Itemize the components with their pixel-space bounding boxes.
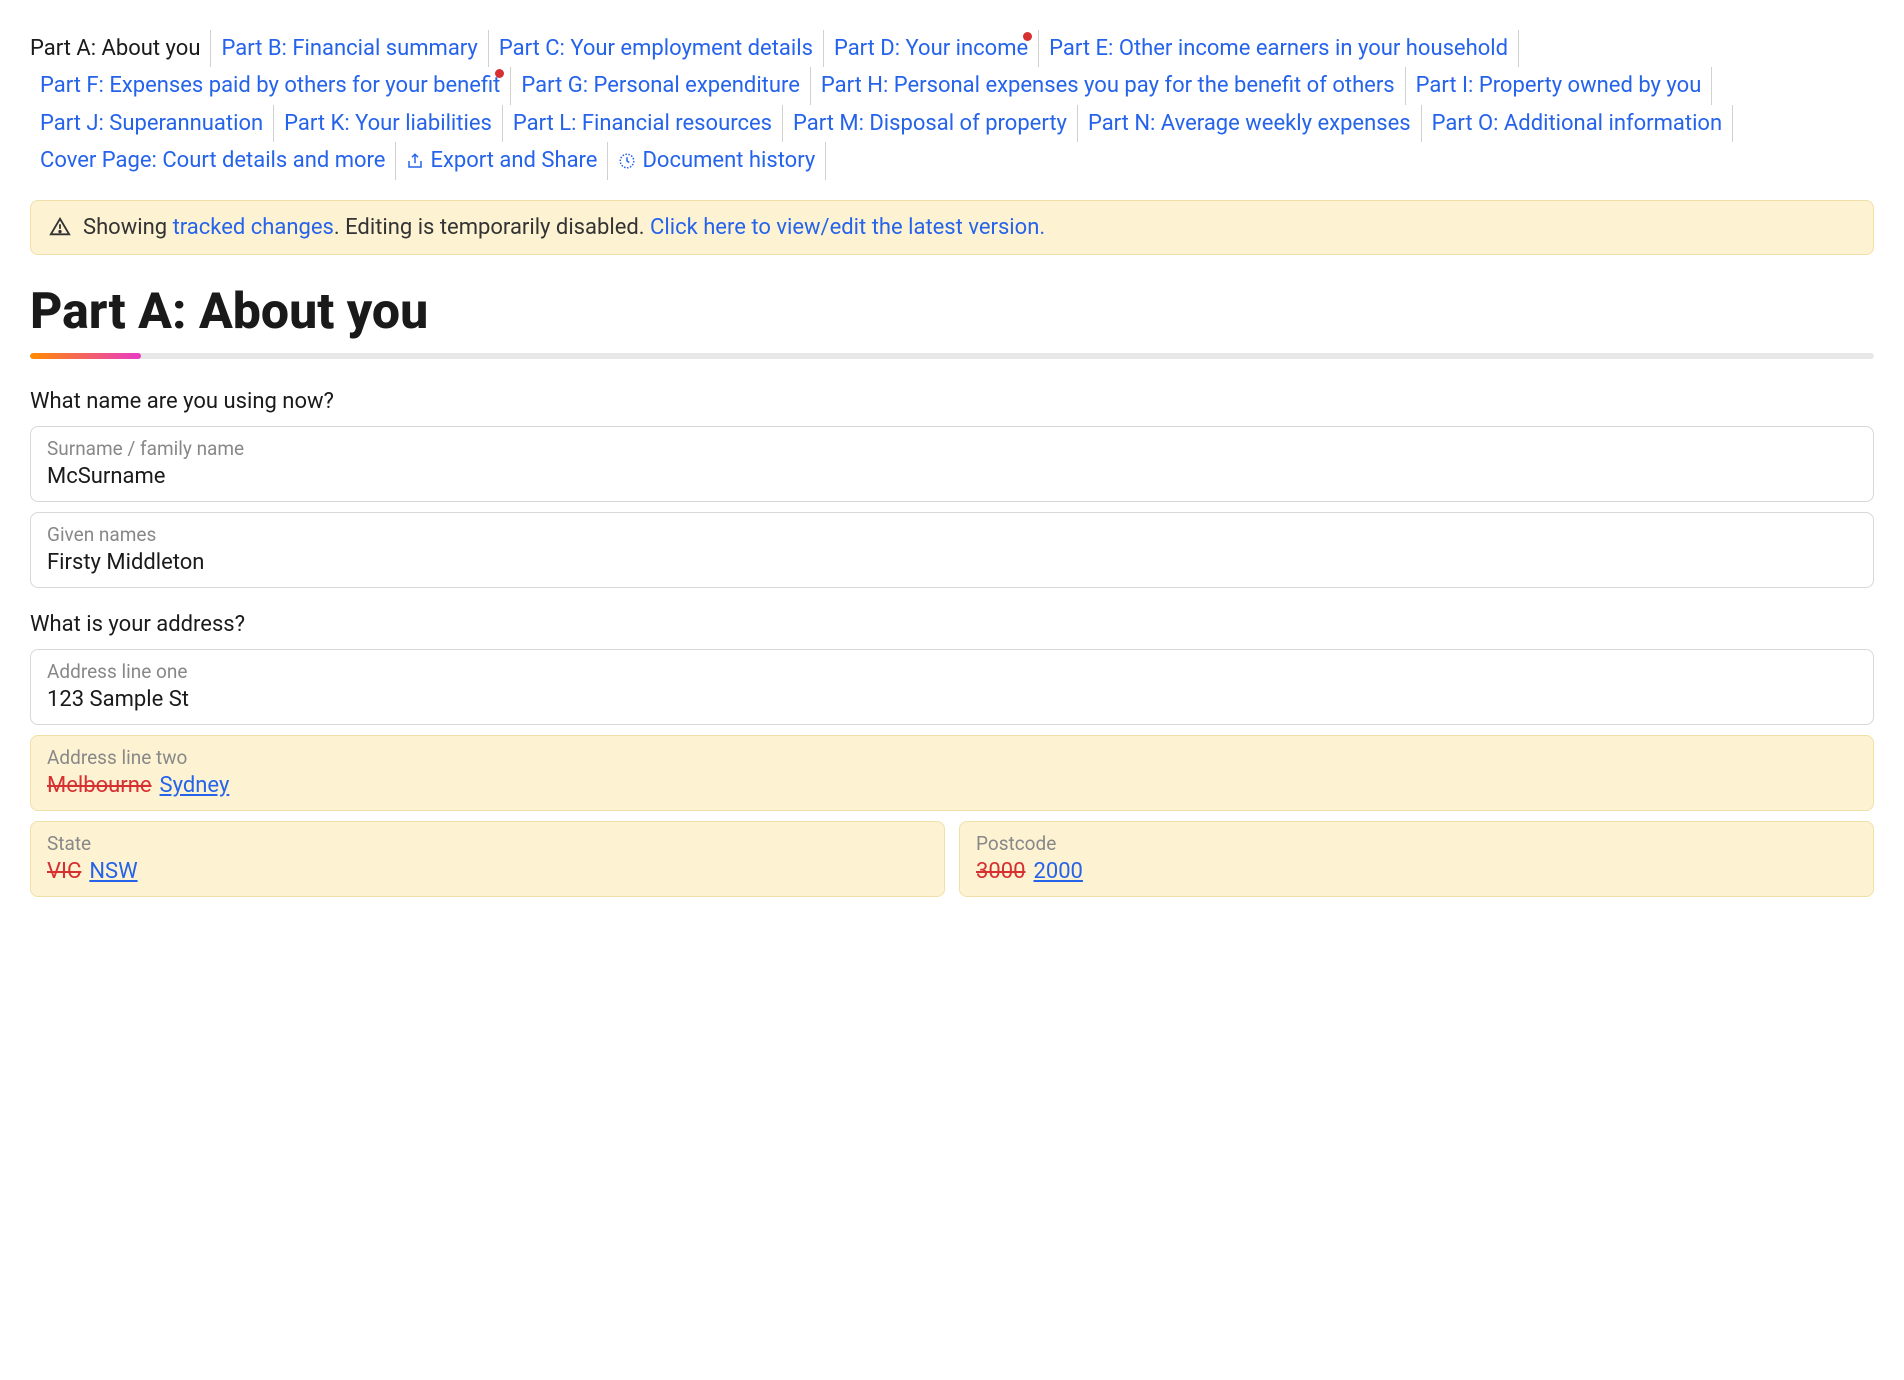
nav-tab-label: Part D: Your income [834, 30, 1028, 67]
question-name: What name are you using now? [30, 389, 1874, 414]
state-field[interactable]: State VIC NSW [30, 821, 945, 897]
surname-value: McSurname [47, 464, 1857, 489]
notification-dot [495, 69, 504, 78]
address-line-one-value: 123 Sample St [47, 687, 1857, 712]
nav-tab-label: Part C: Your employment details [499, 30, 813, 67]
nav-tab-label: Part A: About you [30, 30, 200, 67]
postcode-field[interactable]: Postcode 3000 2000 [959, 821, 1874, 897]
banner-text: Showing tracked changes. Editing is temp… [83, 215, 1045, 240]
addr2-deleted: Melbourne [47, 773, 152, 798]
address-line-two-label: Address line two [47, 746, 1857, 769]
nav-tab-4[interactable]: Part E: Other income earners in your hou… [1039, 30, 1519, 67]
nav-tab-11[interactable]: Part L: Financial resources [503, 105, 783, 142]
nav-tab-8[interactable]: Part I: Property owned by you [1406, 67, 1713, 104]
export-icon [406, 152, 424, 170]
navigation-tabs: Part A: About you Part B: Financial summa… [30, 30, 1874, 180]
page-title: Part A: About you [30, 283, 1874, 341]
nav-tab-13[interactable]: Part N: Average weekly expenses [1078, 105, 1422, 142]
nav-tab-label: Export and Share [430, 142, 597, 179]
postcode-deleted: 3000 [976, 859, 1025, 884]
state-added: NSW [89, 859, 137, 884]
nav-tab-label: Part F: Expenses paid by others for your… [40, 67, 500, 104]
notification-dot [1023, 32, 1032, 41]
nav-tab-label: Part I: Property owned by you [1416, 67, 1702, 104]
surname-label: Surname / family name [47, 437, 1857, 460]
tracked-changes-link[interactable]: tracked changes [173, 215, 334, 240]
progress-bar [30, 353, 1874, 359]
addr2-added: Sydney [160, 773, 230, 798]
progress-fill [30, 353, 141, 359]
nav-tab-16[interactable]: Export and Share [396, 142, 608, 179]
nav-tab-12[interactable]: Part M: Disposal of property [783, 105, 1078, 142]
address-line-one-field[interactable]: Address line one 123 Sample St [30, 649, 1874, 725]
question-address: What is your address? [30, 612, 1874, 637]
clock-icon [618, 152, 636, 170]
nav-tab-label: Part G: Personal expenditure [521, 67, 800, 104]
nav-tab-label: Part N: Average weekly expenses [1088, 105, 1411, 142]
state-deleted: VIC [47, 859, 81, 884]
nav-tab-label: Cover Page: Court details and more [40, 142, 385, 179]
nav-tab-10[interactable]: Part K: Your liabilities [274, 105, 503, 142]
nav-tab-3[interactable]: Part D: Your income [824, 30, 1039, 67]
nav-tab-label: Part B: Financial summary [221, 30, 477, 67]
nav-tab-6[interactable]: Part G: Personal expenditure [511, 67, 811, 104]
nav-tab-label: Part L: Financial resources [513, 105, 772, 142]
nav-tab-label: Part J: Superannuation [40, 105, 263, 142]
state-value: VIC NSW [47, 859, 928, 884]
nav-tab-7[interactable]: Part H: Personal expenses you pay for th… [811, 67, 1406, 104]
nav-tab-0[interactable]: Part A: About you [30, 30, 211, 67]
surname-field[interactable]: Surname / family name McSurname [30, 426, 1874, 502]
nav-tab-label: Part E: Other income earners in your hou… [1049, 30, 1508, 67]
nav-tab-label: Part O: Additional information [1432, 105, 1722, 142]
postcode-label: Postcode [976, 832, 1857, 855]
view-latest-link[interactable]: Click here to view/edit the latest versi… [650, 215, 1045, 240]
given-names-label: Given names [47, 523, 1857, 546]
given-names-value: Firsty Middleton [47, 550, 1857, 575]
tracked-changes-banner: Showing tracked changes. Editing is temp… [30, 200, 1874, 255]
nav-tab-label: Part H: Personal expenses you pay for th… [821, 67, 1395, 104]
nav-tab-label: Part M: Disposal of property [793, 105, 1067, 142]
address-line-two-field[interactable]: Address line two Melbourne Sydney [30, 735, 1874, 811]
given-names-field[interactable]: Given names Firsty Middleton [30, 512, 1874, 588]
nav-tab-5[interactable]: Part F: Expenses paid by others for your… [30, 67, 511, 104]
state-label: State [47, 832, 928, 855]
nav-tab-1[interactable]: Part B: Financial summary [211, 30, 488, 67]
nav-tab-17[interactable]: Document history [608, 142, 826, 179]
postcode-added: 2000 [1033, 859, 1082, 884]
nav-tab-14[interactable]: Part O: Additional information [1422, 105, 1733, 142]
address-line-one-label: Address line one [47, 660, 1857, 683]
nav-tab-label: Part K: Your liabilities [284, 105, 492, 142]
nav-tab-2[interactable]: Part C: Your employment details [489, 30, 824, 67]
warning-icon [49, 216, 71, 238]
address-line-two-value: Melbourne Sydney [47, 773, 1857, 798]
nav-tab-9[interactable]: Part J: Superannuation [30, 105, 274, 142]
nav-tab-15[interactable]: Cover Page: Court details and more [30, 142, 396, 179]
postcode-value: 3000 2000 [976, 859, 1857, 884]
nav-tab-label: Document history [642, 142, 815, 179]
